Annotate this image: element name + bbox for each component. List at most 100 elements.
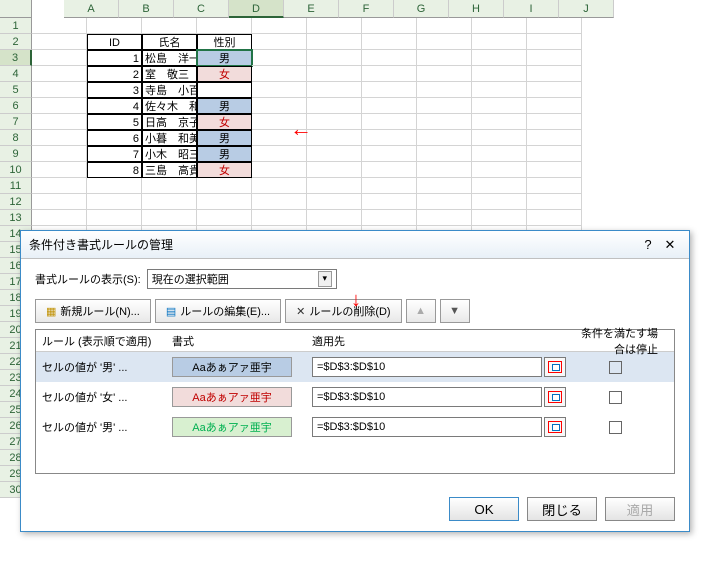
cell-J11[interactable]: [527, 178, 582, 194]
cell-H12[interactable]: [417, 194, 472, 210]
cell-F13[interactable]: [307, 210, 362, 226]
cell-I12[interactable]: [472, 194, 527, 210]
row-header-12[interactable]: 12: [0, 194, 32, 210]
cell-C9[interactable]: 小木 昭三: [142, 146, 197, 162]
cell-E6[interactable]: [252, 98, 307, 114]
cell-D10[interactable]: 女: [197, 162, 252, 178]
column-header-H[interactable]: H: [449, 0, 504, 18]
cell-H9[interactable]: [417, 146, 472, 162]
cell-F12[interactable]: [307, 194, 362, 210]
cell-I10[interactable]: [472, 162, 527, 178]
cell-C6[interactable]: 佐々木 和男: [142, 98, 197, 114]
cell-E1[interactable]: [252, 18, 307, 34]
cell-G1[interactable]: [362, 18, 417, 34]
cell-G8[interactable]: [362, 130, 417, 146]
cell-D3[interactable]: 男: [197, 50, 252, 66]
cell-F2[interactable]: [307, 34, 362, 50]
move-up-button[interactable]: ▲: [406, 299, 436, 323]
cell-F3[interactable]: [307, 50, 362, 66]
cell-B8[interactable]: 6: [87, 130, 142, 146]
move-down-button[interactable]: ▼: [440, 299, 470, 323]
cell-A9[interactable]: [32, 146, 87, 162]
row-header-11[interactable]: 11: [0, 178, 32, 194]
row-header-10[interactable]: 10: [0, 162, 32, 178]
cell-C11[interactable]: [142, 178, 197, 194]
cell-F11[interactable]: [307, 178, 362, 194]
cell-D7[interactable]: 女: [197, 114, 252, 130]
range-selector-button[interactable]: [544, 387, 566, 407]
cell-I9[interactable]: [472, 146, 527, 162]
row-header-4[interactable]: 4: [0, 66, 32, 82]
cell-C8[interactable]: 小暮 和美: [142, 130, 197, 146]
scope-combo[interactable]: 現在の選択範囲 ▾: [147, 269, 337, 289]
row-header-5[interactable]: 5: [0, 82, 32, 98]
cell-G3[interactable]: [362, 50, 417, 66]
cell-A7[interactable]: [32, 114, 87, 130]
applies-to-input[interactable]: =$D$3:$D$10: [312, 387, 542, 407]
cell-A8[interactable]: [32, 130, 87, 146]
cell-E10[interactable]: [252, 162, 307, 178]
row-header-7[interactable]: 7: [0, 114, 32, 130]
cell-H11[interactable]: [417, 178, 472, 194]
cell-B6[interactable]: 4: [87, 98, 142, 114]
cell-B7[interactable]: 5: [87, 114, 142, 130]
dialog-titlebar[interactable]: 条件付き書式ルールの管理 ? ✕: [21, 231, 689, 259]
cell-G6[interactable]: [362, 98, 417, 114]
cell-J1[interactable]: [527, 18, 582, 34]
column-header-F[interactable]: F: [339, 0, 394, 18]
rule-row[interactable]: セルの値が '男' ...Aaあぁアァ亜宇=$D$3:$D$10: [36, 412, 674, 442]
cell-J13[interactable]: [527, 210, 582, 226]
cell-B5[interactable]: 3: [87, 82, 142, 98]
cell-C4[interactable]: 室 敬三: [142, 66, 197, 82]
cell-I5[interactable]: [472, 82, 527, 98]
cell-E3[interactable]: [252, 50, 307, 66]
cell-D11[interactable]: [197, 178, 252, 194]
delete-rule-button[interactable]: ✕ ルールの削除(D): [285, 299, 402, 323]
cell-D5[interactable]: [197, 82, 252, 98]
row-header-9[interactable]: 9: [0, 146, 32, 162]
cell-F9[interactable]: [307, 146, 362, 162]
cell-H5[interactable]: [417, 82, 472, 98]
cell-J8[interactable]: [527, 130, 582, 146]
help-button[interactable]: ?: [637, 237, 659, 252]
cell-E2[interactable]: [252, 34, 307, 50]
cell-E11[interactable]: [252, 178, 307, 194]
row-header-2[interactable]: 2: [0, 34, 32, 50]
cell-H4[interactable]: [417, 66, 472, 82]
cell-G4[interactable]: [362, 66, 417, 82]
cell-D1[interactable]: [197, 18, 252, 34]
cell-H2[interactable]: [417, 34, 472, 50]
cell-I1[interactable]: [472, 18, 527, 34]
cell-F4[interactable]: [307, 66, 362, 82]
range-selector-button[interactable]: [544, 417, 566, 437]
cell-I7[interactable]: [472, 114, 527, 130]
cell-A5[interactable]: [32, 82, 87, 98]
select-all-corner[interactable]: [0, 0, 32, 18]
cell-J4[interactable]: [527, 66, 582, 82]
cell-F10[interactable]: [307, 162, 362, 178]
column-header-C[interactable]: C: [174, 0, 229, 18]
cell-G12[interactable]: [362, 194, 417, 210]
cell-J10[interactable]: [527, 162, 582, 178]
cell-H1[interactable]: [417, 18, 472, 34]
apply-button[interactable]: 適用: [605, 497, 675, 521]
cell-B1[interactable]: [87, 18, 142, 34]
cell-D8[interactable]: 男: [197, 130, 252, 146]
cell-G7[interactable]: [362, 114, 417, 130]
cell-A6[interactable]: [32, 98, 87, 114]
cell-C5[interactable]: 寺島 小百合: [142, 82, 197, 98]
cell-J9[interactable]: [527, 146, 582, 162]
rule-row[interactable]: セルの値が '女' ...Aaあぁアァ亜宇=$D$3:$D$10: [36, 382, 674, 412]
cell-I13[interactable]: [472, 210, 527, 226]
cell-A11[interactable]: [32, 178, 87, 194]
cell-H3[interactable]: [417, 50, 472, 66]
cell-F7[interactable]: [307, 114, 362, 130]
new-rule-button[interactable]: ▦ 新規ルール(N)...: [35, 299, 151, 323]
edit-rule-button[interactable]: ▤ ルールの編集(E)...: [155, 299, 281, 323]
column-header-A[interactable]: A: [64, 0, 119, 18]
cell-J6[interactable]: [527, 98, 582, 114]
cell-E4[interactable]: [252, 66, 307, 82]
cell-E5[interactable]: [252, 82, 307, 98]
cell-B3[interactable]: 1: [87, 50, 142, 66]
cell-H8[interactable]: [417, 130, 472, 146]
